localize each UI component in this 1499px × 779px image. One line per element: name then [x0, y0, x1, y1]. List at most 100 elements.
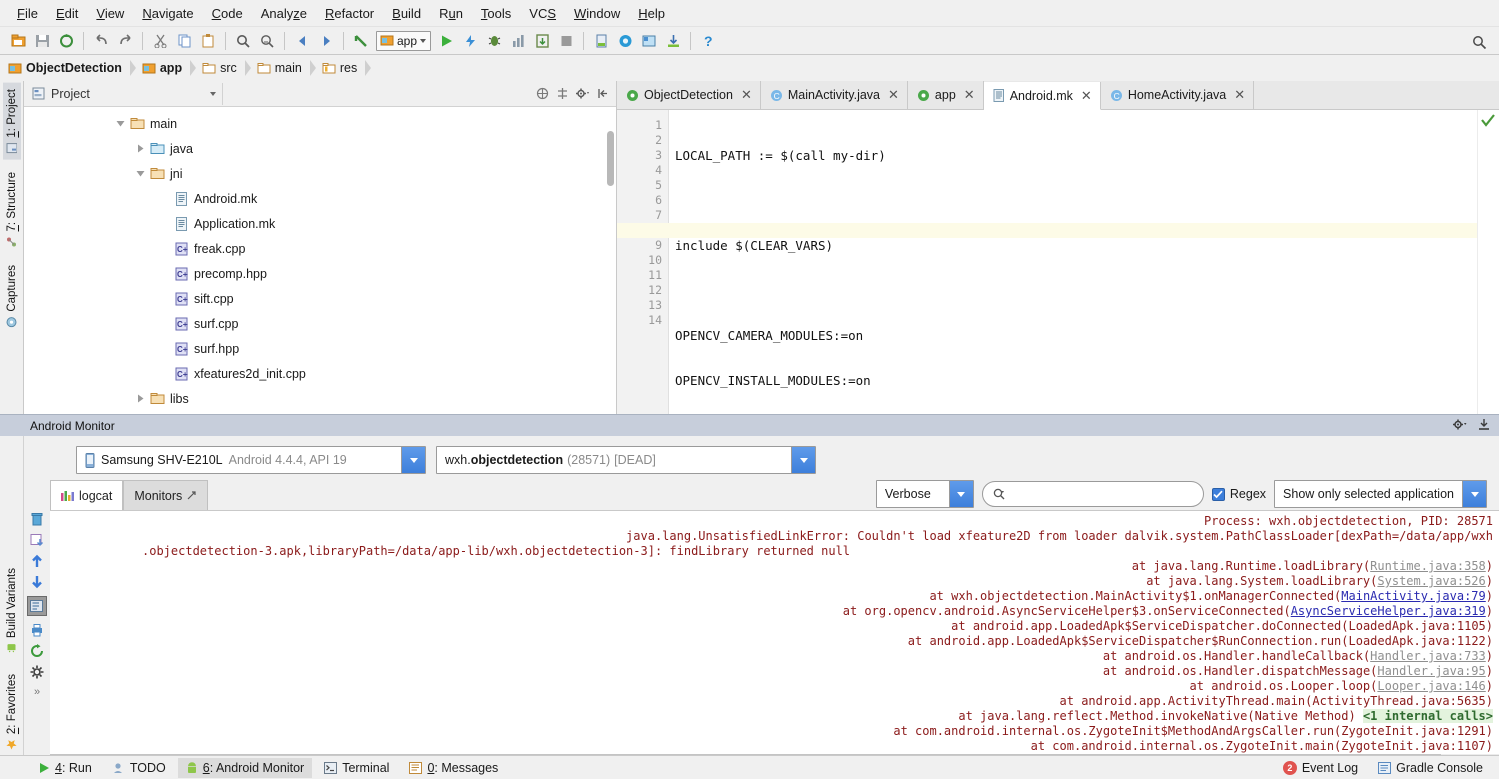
- breadcrumb-item-res[interactable]: res: [322, 57, 377, 79]
- close-icon[interactable]: ✕: [1081, 88, 1092, 104]
- breadcrumb-item-main[interactable]: main: [257, 57, 322, 79]
- menu-item-vcs[interactable]: VCS: [520, 3, 565, 24]
- sidebar-item-structure[interactable]: 7: Structure: [3, 166, 21, 253]
- editor-tab-homeactivity-java[interactable]: C HomeActivity.java ✕: [1100, 81, 1255, 109]
- tree-item-application-mk[interactable]: Application.mk: [24, 211, 616, 236]
- tree-item-xfeatures2d-init-cpp[interactable]: C++ xfeatures2d_init.cpp: [24, 361, 616, 386]
- chevron-down-icon[interactable]: [791, 447, 815, 473]
- tree-item-freak-cpp[interactable]: C++ freak.cpp: [24, 236, 616, 261]
- menu-item-window[interactable]: Window: [565, 3, 629, 24]
- hide-icon[interactable]: [1477, 418, 1491, 431]
- forward-icon[interactable]: [315, 30, 337, 52]
- menu-item-tools[interactable]: Tools: [472, 3, 520, 24]
- undo-icon[interactable]: [90, 30, 112, 52]
- avd-manager-icon[interactable]: [614, 30, 636, 52]
- stack-link[interactable]: Runtime.java:358: [1370, 559, 1486, 573]
- stack-link[interactable]: Handler.java:95: [1377, 664, 1485, 678]
- settings-icon[interactable]: [572, 84, 592, 104]
- tab-monitors[interactable]: Monitors: [123, 480, 209, 510]
- sidebar-item-project[interactable]: 1: Project: [2, 83, 21, 160]
- checkbox-checked-icon[interactable]: [1211, 487, 1225, 501]
- settings-icon[interactable]: [30, 665, 44, 679]
- project-tree-scrollbar[interactable]: [607, 131, 614, 186]
- internal-calls-badge[interactable]: <1 internal calls>: [1362, 709, 1493, 723]
- sidebar-item-favorites[interactable]: 2: Favorites: [3, 668, 21, 756]
- stack-link[interactable]: System.java:526: [1377, 574, 1485, 588]
- layout-inspector-icon[interactable]: [638, 30, 660, 52]
- regex-checkbox[interactable]: Regex: [1211, 487, 1266, 501]
- status-button-event-log[interactable]: 2 Event Log: [1275, 758, 1366, 778]
- code-editor[interactable]: 1 2 3 4 5 6 7 8 9 10 11 12 13 14 LOCAL_P…: [617, 110, 1499, 414]
- restart-icon[interactable]: [30, 644, 44, 658]
- sidebar-item-captures[interactable]: Captures: [3, 259, 21, 334]
- device-selector[interactable]: Samsung SHV-E210L Android 4.4.4, API 19: [76, 446, 426, 474]
- close-icon[interactable]: ✕: [741, 87, 752, 103]
- attach-debugger-icon[interactable]: [531, 30, 553, 52]
- back-icon[interactable]: [291, 30, 313, 52]
- copy-icon[interactable]: [173, 30, 195, 52]
- apply-changes-icon[interactable]: [459, 30, 481, 52]
- editor-tab-android-mk[interactable]: Android.mk ✕: [983, 82, 1101, 110]
- scroll-from-source-icon[interactable]: [552, 84, 572, 104]
- logcat-search-field[interactable]: [981, 481, 1204, 507]
- clear-logcat-icon[interactable]: [30, 512, 44, 526]
- sidebar-item-build-variants[interactable]: Build Variants: [3, 562, 21, 660]
- close-icon[interactable]: ✕: [1234, 87, 1245, 103]
- status-button-todo[interactable]: TODO: [104, 758, 174, 778]
- status-button-messages[interactable]: 0: Messages: [401, 758, 506, 778]
- menu-item-build[interactable]: Build: [383, 3, 430, 24]
- debug-icon[interactable]: [483, 30, 505, 52]
- collapsed-arrow-icon[interactable]: [132, 144, 148, 153]
- log-level-selector[interactable]: Verbose: [875, 480, 974, 508]
- tab-logcat[interactable]: logcat: [50, 480, 124, 510]
- detach-icon[interactable]: [187, 490, 197, 501]
- process-selector[interactable]: wxh. objectdetection (28571) [DEAD]: [436, 446, 816, 474]
- menu-item-file[interactable]: File: [8, 3, 47, 24]
- logcat-output[interactable]: Process: wxh.objectdetection, PID: 28571…: [50, 510, 1499, 760]
- editor-tab-mainactivity-java[interactable]: C MainActivity.java ✕: [760, 81, 908, 109]
- tree-item-libs[interactable]: libs: [24, 386, 616, 411]
- editor-marker-gutter[interactable]: [1477, 110, 1499, 414]
- collapse-all-icon[interactable]: [532, 84, 552, 104]
- open-folder-icon[interactable]: [7, 30, 29, 52]
- cut-icon[interactable]: [149, 30, 171, 52]
- find-icon[interactable]: [232, 30, 254, 52]
- menu-item-view[interactable]: View: [87, 3, 133, 24]
- status-button-terminal[interactable]: Terminal: [316, 758, 397, 778]
- application-filter-selector[interactable]: Show only selected application: [1274, 480, 1487, 508]
- find-usages-icon[interactable]: [256, 30, 278, 52]
- tree-item-jni[interactable]: jni: [24, 161, 616, 186]
- breadcrumb-item-src[interactable]: src: [202, 57, 257, 79]
- scroll-to-end-icon[interactable]: [30, 533, 44, 547]
- paste-icon[interactable]: [197, 30, 219, 52]
- soft-wrap-icon[interactable]: [27, 596, 47, 616]
- chevron-down-icon[interactable]: [948, 481, 973, 507]
- stop-icon[interactable]: [555, 30, 577, 52]
- save-all-icon[interactable]: [31, 30, 53, 52]
- hide-icon[interactable]: [592, 84, 612, 104]
- sdk-manager-icon[interactable]: [590, 30, 612, 52]
- tree-item-surf-cpp[interactable]: C++ surf.cpp: [24, 311, 616, 336]
- print-icon[interactable]: [30, 623, 44, 637]
- chevron-down-icon[interactable]: [1462, 481, 1486, 507]
- expand-icon[interactable]: »: [34, 686, 40, 698]
- run-icon[interactable]: [435, 30, 457, 52]
- search-input[interactable]: [1008, 486, 1193, 502]
- tree-item-precomp-hpp[interactable]: C++ precomp.hpp: [24, 261, 616, 286]
- device-monitor-icon[interactable]: [662, 30, 684, 52]
- collapsed-arrow-icon[interactable]: [132, 394, 148, 403]
- close-icon[interactable]: ✕: [888, 87, 899, 103]
- chevron-down-icon[interactable]: [401, 447, 425, 473]
- menu-item-help[interactable]: Help: [629, 3, 674, 24]
- search-everywhere-icon[interactable]: [1468, 31, 1490, 53]
- ok-checkmark-icon[interactable]: [1481, 114, 1496, 131]
- up-the-stack-trace-icon[interactable]: [30, 554, 44, 568]
- stack-link[interactable]: MainActivity.java:79: [1341, 589, 1486, 603]
- breadcrumb-item-objectdetection[interactable]: ObjectDetection: [8, 57, 142, 79]
- menu-item-navigate[interactable]: Navigate: [133, 3, 202, 24]
- tree-item-android-mk[interactable]: Android.mk: [24, 186, 616, 211]
- project-view-selector[interactable]: Project: [28, 82, 223, 105]
- expanded-arrow-icon[interactable]: [112, 119, 128, 128]
- sync-icon[interactable]: [55, 30, 77, 52]
- editor-tab-app[interactable]: app ✕: [907, 81, 984, 109]
